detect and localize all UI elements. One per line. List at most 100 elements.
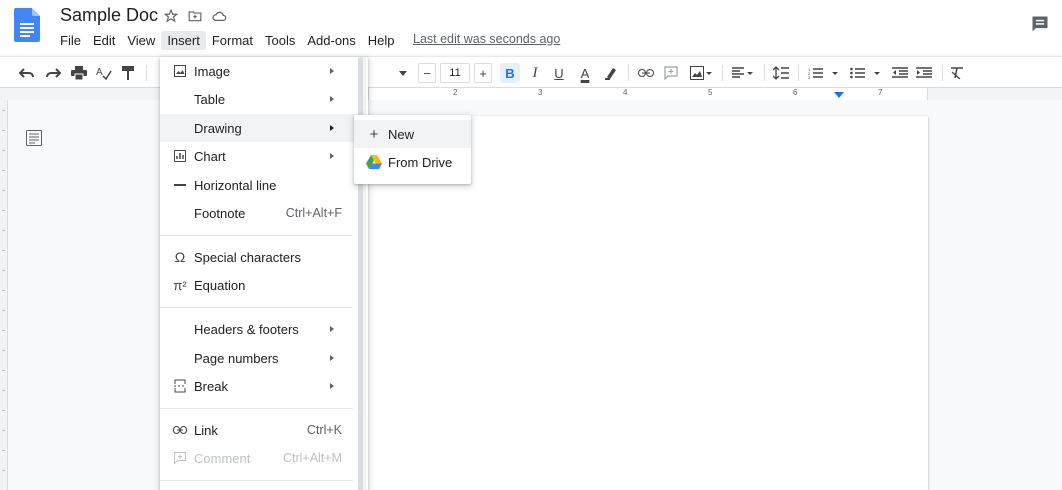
menu-item-label: Table	[194, 91, 226, 107]
increase-font-size-button[interactable]: +	[474, 63, 492, 83]
font-family-dropdown-icon[interactable]	[396, 63, 410, 83]
comments-icon[interactable]	[1030, 14, 1050, 34]
menu-item-label: Page numbers	[194, 350, 279, 366]
redo-icon[interactable]	[44, 63, 62, 83]
menu-bar: File Edit View Insert Format Tools Add-o…	[54, 31, 401, 50]
cloud-status-icon[interactable]	[211, 8, 227, 24]
ruler-number: 7	[878, 88, 883, 97]
clear-formatting-icon[interactable]	[948, 63, 966, 83]
menu-item-image[interactable]: Image	[160, 57, 356, 85]
star-icon[interactable]	[163, 8, 179, 24]
comment-icon	[172, 450, 188, 466]
submenu-item-new[interactable]: + New	[354, 120, 471, 148]
menu-item-label: Drawing	[194, 120, 242, 136]
image-icon	[172, 63, 188, 79]
omega-icon: Ω	[174, 249, 186, 265]
link-icon	[172, 422, 188, 438]
menu-item-horizontal-line[interactable]: Horizontal line	[160, 171, 356, 199]
chart-icon	[172, 148, 188, 164]
menu-item-table[interactable]: Table	[160, 85, 356, 113]
insert-image-icon[interactable]	[688, 63, 714, 83]
right-indent-marker[interactable]	[834, 92, 844, 98]
undo-icon[interactable]	[18, 63, 36, 83]
menu-view[interactable]: View	[121, 31, 161, 50]
menu-item-footnote[interactable]: Footnote Ctrl+Alt+F	[160, 199, 356, 227]
menu-divider	[160, 480, 353, 481]
menu-format[interactable]: Format	[206, 31, 259, 50]
print-icon[interactable]	[70, 63, 88, 83]
menu-item-label: Link	[194, 422, 218, 438]
decrease-font-size-button[interactable]: −	[418, 63, 436, 83]
increase-indent-icon[interactable]	[914, 63, 934, 83]
menu-edit[interactable]: Edit	[87, 31, 121, 50]
insert-link-icon[interactable]	[636, 63, 656, 83]
italic-button[interactable]: I	[526, 63, 544, 83]
google-drive-icon	[366, 154, 382, 170]
submenu-arrow-icon	[330, 68, 334, 74]
line-spacing-icon[interactable]	[772, 63, 790, 83]
menu-item-label: Break	[194, 378, 228, 394]
submenu-arrow-icon	[330, 153, 334, 159]
menu-item-label: Chart	[194, 148, 226, 164]
bold-button[interactable]: B	[500, 63, 520, 83]
menu-item-equation[interactable]: π² Equation	[160, 271, 356, 299]
menu-item-break[interactable]: Break	[160, 372, 356, 400]
document-outline-icon[interactable]	[26, 130, 42, 146]
ruler-number: 4	[623, 88, 628, 97]
menu-item-label: Headers & footers	[194, 321, 299, 337]
insert-menu: Image Table Drawing Chart Horizontal lin…	[160, 57, 368, 490]
numbered-list-icon[interactable]: 123	[806, 63, 842, 83]
menu-addons[interactable]: Add-ons	[301, 31, 361, 50]
add-comment-icon[interactable]	[662, 63, 680, 83]
submenu-item-label: New	[388, 126, 415, 142]
menu-item-headers-footers[interactable]: Headers & footers	[160, 315, 356, 343]
svg-text:A: A	[96, 67, 103, 78]
font-size-input[interactable]: 11	[440, 63, 470, 83]
highlight-color-icon[interactable]	[602, 63, 620, 83]
spellcheck-icon[interactable]: A	[95, 63, 113, 83]
menu-item-label: Special characters	[194, 249, 301, 265]
docs-logo-icon[interactable]	[14, 8, 40, 42]
menu-item-link[interactable]: Link Ctrl+K	[160, 416, 356, 444]
doc-title[interactable]: Sample Doc	[60, 5, 158, 26]
submenu-arrow-icon	[330, 355, 334, 361]
last-edit-link[interactable]: Last edit was seconds ago	[413, 32, 560, 46]
shortcut-label: Ctrl+Alt+F	[285, 206, 342, 220]
menu-item-label: Comment	[194, 450, 251, 466]
underline-button[interactable]: U	[550, 63, 568, 83]
move-to-folder-icon[interactable]	[187, 8, 203, 24]
ruler-number: 5	[708, 88, 713, 97]
app-header: Sample Doc File Edit View Insert Format …	[0, 0, 1062, 54]
menu-item-special-characters[interactable]: Ω Special characters	[160, 243, 356, 271]
shortcut-label: Ctrl+Alt+M	[282, 451, 342, 465]
drawing-submenu: + New From Drive	[354, 115, 471, 184]
menu-item-chart[interactable]: Chart	[160, 142, 356, 170]
menu-tools[interactable]: Tools	[259, 31, 301, 50]
menu-insert[interactable]: Insert	[161, 31, 206, 50]
bulleted-list-icon[interactable]	[848, 63, 884, 83]
submenu-item-label: From Drive	[388, 154, 453, 170]
ruler-number: 6	[793, 88, 798, 97]
shortcut-label: Ctrl+K	[306, 423, 342, 437]
menu-file[interactable]: File	[54, 31, 87, 50]
submenu-arrow-icon	[330, 125, 334, 131]
text-color-button[interactable]: A	[576, 63, 594, 83]
svg-text:3: 3	[808, 75, 811, 79]
decrease-indent-icon[interactable]	[890, 63, 910, 83]
submenu-arrow-icon	[330, 383, 334, 389]
submenu-arrow-icon	[330, 96, 334, 102]
menu-divider	[160, 408, 353, 409]
menu-item-drawing[interactable]: Drawing	[160, 114, 356, 142]
align-left-icon[interactable]	[730, 63, 756, 83]
ruler-number: 3	[538, 88, 543, 97]
paint-format-icon[interactable]	[120, 63, 136, 83]
menu-item-page-numbers[interactable]: Page numbers	[160, 344, 356, 372]
plus-icon: +	[369, 125, 379, 143]
menu-help[interactable]: Help	[362, 31, 401, 50]
menu-item-label: Horizontal line	[194, 177, 277, 193]
page-break-icon	[172, 378, 188, 394]
menu-item-comment[interactable]: Comment Ctrl+Alt+M	[160, 444, 356, 472]
menu-item-label: Equation	[194, 277, 246, 293]
menu-divider	[160, 307, 353, 308]
submenu-item-from-drive[interactable]: From Drive	[354, 148, 471, 176]
